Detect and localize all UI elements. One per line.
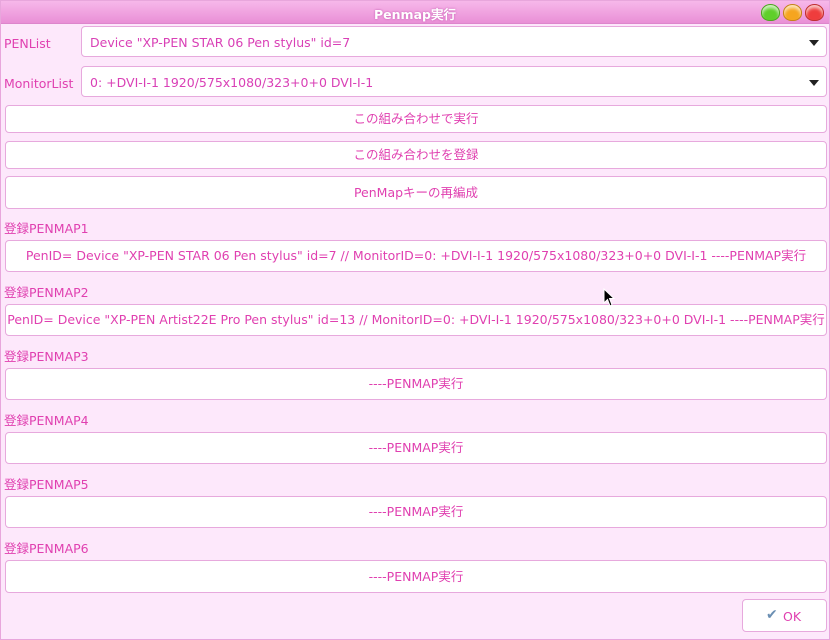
- mouse-cursor-icon: [603, 288, 616, 307]
- monitor-list-value: 0: +DVI-I-1 1920/575x1080/323+0+0 DVI-I-…: [90, 75, 374, 90]
- chevron-down-icon: [809, 40, 819, 46]
- monitor-list-dropdown[interactable]: 0: +DVI-I-1 1920/575x1080/323+0+0 DVI-I-…: [81, 66, 827, 97]
- penmap5-label: 登録PENMAP5: [4, 477, 89, 492]
- penmap4-run-button[interactable]: ----PENMAP実行: [5, 432, 827, 464]
- chevron-down-icon: [809, 80, 819, 86]
- check-icon: ✔: [766, 607, 778, 623]
- penmap1-run-button[interactable]: PenID= Device "XP-PEN STAR 06 Pen stylus…: [5, 240, 827, 272]
- rebuild-penmap-keys-button[interactable]: PenMapキーの再編成: [5, 176, 827, 209]
- penmap2-run-button[interactable]: PenID= Device "XP-PEN Artist22E Pro Pen …: [5, 304, 827, 336]
- penmap1-label: 登録PENMAP1: [4, 221, 89, 236]
- penmap6-run-button[interactable]: ----PENMAP実行: [5, 560, 827, 593]
- window-title: Penmap実行: [374, 7, 456, 22]
- monitor-list-label: MonitorList: [4, 76, 74, 91]
- register-combination-button[interactable]: この組み合わせを登録: [5, 141, 827, 169]
- close-button[interactable]: [805, 4, 824, 21]
- title-bar[interactable]: Penmap実行: [1, 1, 829, 24]
- penmap4-label: 登録PENMAP4: [4, 413, 89, 428]
- run-combination-button[interactable]: この組み合わせで実行: [5, 105, 827, 133]
- ok-button[interactable]: ✔ OK: [742, 599, 827, 632]
- minimize-button[interactable]: [761, 4, 780, 21]
- pen-list-value: Device "XP-PEN STAR 06 Pen stylus" id=7: [90, 35, 351, 50]
- penmap6-label: 登録PENMAP6: [4, 541, 89, 556]
- penmap-window: Penmap実行 PENList Device "XP-PEN STAR 06 …: [0, 0, 830, 640]
- penmap5-run-button[interactable]: ----PENMAP実行: [5, 496, 827, 528]
- penmap2-label: 登録PENMAP2: [4, 285, 89, 300]
- penmap3-run-button[interactable]: ----PENMAP実行: [5, 368, 827, 400]
- pen-list-dropdown[interactable]: Device "XP-PEN STAR 06 Pen stylus" id=7: [81, 26, 827, 57]
- pen-list-label: PENList: [4, 36, 51, 51]
- maximize-button[interactable]: [783, 4, 802, 21]
- ok-label: OK: [783, 609, 802, 624]
- penmap3-label: 登録PENMAP3: [4, 349, 89, 364]
